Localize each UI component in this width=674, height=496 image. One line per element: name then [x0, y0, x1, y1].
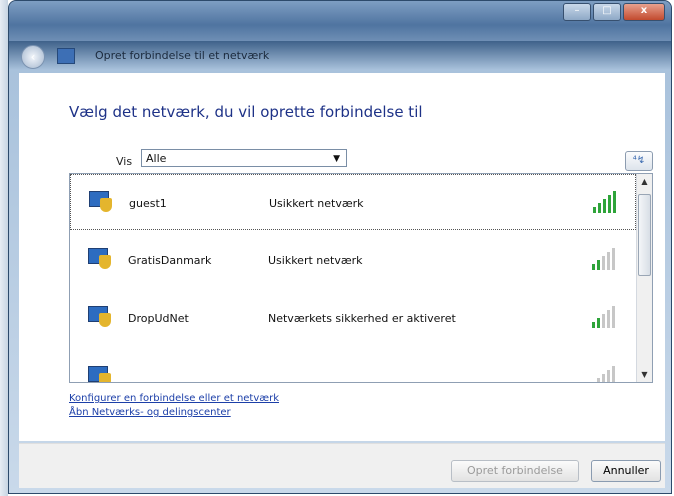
- signal-bar: [613, 191, 616, 213]
- signal-bar: [598, 203, 601, 213]
- signal-bar: [597, 260, 600, 270]
- signal-bar: [607, 252, 610, 270]
- network-list[interactable]: DropUdNet Netværkets sikkerhed er aktiver…: [69, 173, 653, 383]
- signal-bar: [612, 306, 615, 328]
- signal-bar: [592, 264, 595, 270]
- signal-bar: [593, 207, 596, 213]
- connect-button[interactable]: Opret forbindelse: [451, 460, 579, 482]
- signal-bar: [612, 248, 615, 270]
- refresh-button[interactable]: ⁴↯: [625, 151, 653, 171]
- filter-label: Vis: [116, 155, 133, 168]
- scrollbar[interactable]: ▲ ▼: [636, 174, 652, 382]
- network-row[interactable]: guest1 Usikkert netværk: [70, 174, 636, 230]
- back-arrow-icon[interactable]: ‹: [21, 45, 45, 69]
- signal-bar: [602, 374, 605, 382]
- wireless-network-icon: [89, 191, 113, 215]
- dialog-window: – □ x ‹ Opret forbindelse til et netværk…: [8, 0, 672, 494]
- address-bar: ‹ Opret forbindelse til et netværk: [19, 41, 665, 71]
- scroll-thumb[interactable]: [638, 194, 651, 276]
- signal-strength-icon: [592, 248, 622, 270]
- network-icon: [57, 48, 75, 64]
- network-security-status: Netværkets sikkerhed er aktiveret: [268, 312, 456, 325]
- window-title: Opret forbindelse til et netværk: [95, 49, 270, 62]
- network-name: guest1: [129, 197, 167, 210]
- wireless-network-icon: [88, 248, 112, 272]
- signal-bar: [597, 318, 600, 328]
- scroll-down-arrow-icon[interactable]: ▼: [637, 367, 652, 382]
- caption-buttons: – □ x: [563, 3, 665, 21]
- wireless-network-icon: [88, 306, 112, 330]
- filter-value: Alle: [146, 152, 167, 165]
- cancel-button[interactable]: Annuller: [591, 460, 661, 482]
- network-name: GratisDanmark: [128, 254, 212, 267]
- network-row[interactable]: DropUdNet Netværkets sikkerhed er aktiver…: [70, 290, 636, 346]
- signal-bar: [608, 195, 611, 213]
- maximize-button[interactable]: □: [593, 3, 621, 21]
- signal-bar: [592, 322, 595, 328]
- wireless-network-icon: [88, 366, 112, 382]
- desktop-edge: [0, 0, 8, 496]
- signal-strength-icon: [592, 366, 622, 383]
- network-security-status: Usikkert netværk: [268, 254, 363, 267]
- signal-bar: [602, 314, 605, 328]
- signal-bar: [612, 366, 615, 382]
- configure-connection-link[interactable]: Konfigurer en forbindelse eller et netvæ…: [69, 393, 279, 404]
- signal-bar: [607, 310, 610, 328]
- signal-bar: [607, 370, 610, 382]
- filter-dropdown[interactable]: Alle ▼: [141, 149, 347, 167]
- network-row[interactable]: GratisDanmark Usikkert netværk: [70, 232, 636, 288]
- title-bar[interactable]: – □ x: [9, 1, 671, 41]
- minimize-button[interactable]: –: [563, 3, 591, 21]
- refresh-icon: ⁴↯: [632, 155, 646, 166]
- signal-bar: [603, 199, 606, 213]
- network-row[interactable]: [70, 350, 636, 383]
- signal-strength-icon: [593, 191, 623, 213]
- signal-bar: [597, 378, 600, 382]
- chevron-down-icon: ▼: [333, 154, 340, 164]
- signal-strength-icon: [592, 306, 622, 328]
- signal-bar: [602, 256, 605, 270]
- close-button[interactable]: x: [623, 3, 665, 21]
- content-area: Vælg det netværk, du vil oprette forbind…: [19, 73, 665, 441]
- open-network-center-link[interactable]: Åbn Netværks- og delingscenter: [69, 407, 231, 418]
- network-name: DropUdNet: [128, 312, 189, 325]
- button-bar: Opret forbindelse Annuller: [19, 443, 665, 488]
- page-heading: Vælg det netværk, du vil oprette forbind…: [69, 103, 423, 121]
- scroll-up-arrow-icon[interactable]: ▲: [637, 174, 652, 189]
- signal-bar: [592, 382, 595, 383]
- network-security-status: Usikkert netværk: [269, 197, 364, 210]
